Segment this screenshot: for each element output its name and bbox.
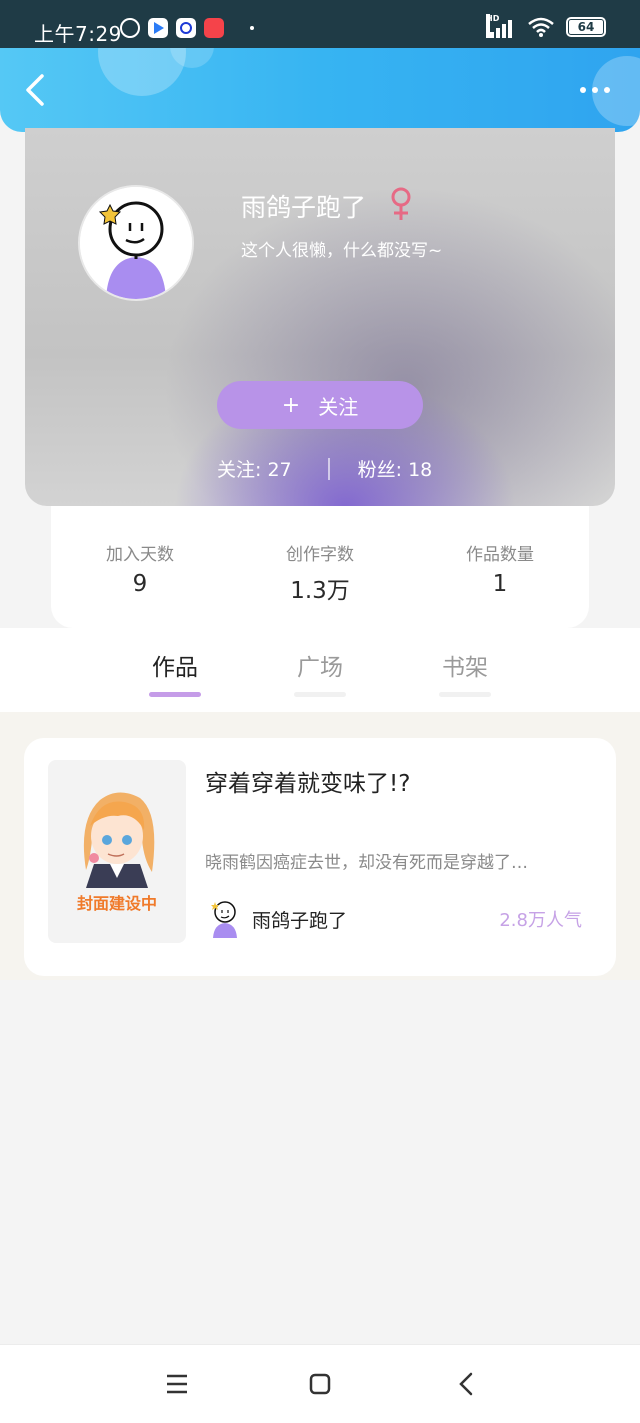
followers-count[interactable]: 粉丝: 18 <box>358 455 433 482</box>
content-tabs: 作品 广场 书架 <box>0 628 640 712</box>
more-dots-icon <box>592 87 598 93</box>
plus-icon: + <box>281 392 301 418</box>
stick-figure-avatar-icon <box>80 187 192 299</box>
avatar[interactable] <box>78 185 194 301</box>
chevron-left-icon <box>26 74 44 106</box>
system-nav-bar <box>0 1344 640 1423</box>
following-count[interactable]: 关注: 27 <box>217 455 292 482</box>
tab-label: 书架 <box>442 655 488 681</box>
work-title[interactable]: 穿着穿着就变味了!? <box>205 764 410 798</box>
status-notification-icons <box>120 18 254 38</box>
follow-button[interactable]: + 关注 <box>217 381 423 429</box>
more-options-button[interactable] <box>580 78 620 102</box>
stat-value: 1.3万 <box>290 578 350 604</box>
back-nav-icon[interactable] <box>452 1371 482 1397</box>
tab-indicator <box>294 692 346 697</box>
more-notifications-dot-icon <box>250 26 254 30</box>
more-dots-icon <box>604 87 610 93</box>
battery-icon: 64 <box>566 17 606 37</box>
stat-divider <box>327 457 330 480</box>
stat-join-days: 加入天数 9 <box>60 540 220 597</box>
work-card[interactable]: 封面建设中 穿着穿着就变味了!? 晓雨鹤因癌症去世，却没有死而是穿越了… 雨鸽子… <box>24 738 616 976</box>
back-button[interactable] <box>18 70 54 110</box>
author-avatar-icon <box>211 901 237 938</box>
stat-word-count: 创作字数 1.3万 <box>240 540 400 605</box>
battery-level: 64 <box>569 20 603 34</box>
stats-card: 加入天数 9 创作字数 1.3万 作品数量 1 <box>51 506 589 628</box>
top-header <box>0 48 640 132</box>
stat-label: 创作字数 <box>286 545 354 565</box>
alarm-icon <box>120 18 140 38</box>
more-dots-icon <box>580 87 586 93</box>
female-gender-icon <box>391 187 411 220</box>
tab-label: 广场 <box>297 655 343 681</box>
tab-label: 作品 <box>152 655 198 681</box>
home-icon[interactable] <box>305 1371 335 1397</box>
status-time: 上午7:29 <box>34 22 122 46</box>
cover-placeholder-text: 封面建设中 <box>76 894 157 913</box>
tab-works[interactable]: 作品 <box>135 648 215 697</box>
app-notification-icon <box>176 18 196 38</box>
work-description: 晓雨鹤因癌症去世，却没有死而是穿越了… <box>205 853 528 873</box>
play-store-icon <box>148 18 168 38</box>
stat-value: 1 <box>492 571 508 597</box>
stat-label: 加入天数 <box>106 545 174 565</box>
anime-girl-cover-icon <box>83 792 155 888</box>
follow-stats: 关注: 27 粉丝: 18 <box>217 455 432 482</box>
wifi-icon <box>528 17 554 37</box>
follow-button-label: 关注 <box>318 394 359 419</box>
reader-app-icon <box>204 18 224 38</box>
profile-bio: 这个人很懒，什么都没写~ <box>241 241 443 261</box>
status-system-icons: HD 64 <box>486 14 606 38</box>
book-cover[interactable]: 封面建设中 <box>48 760 186 943</box>
tab-active-indicator <box>149 692 201 697</box>
tab-bookshelf[interactable]: 书架 <box>425 648 505 697</box>
profile-card: 雨鸽子跑了 这个人很懒，什么都没写~ + 关注 关注: 27 粉丝: 18 <box>25 128 615 506</box>
stat-works-count: 作品数量 1 <box>420 540 580 597</box>
menu-icon[interactable] <box>162 1371 192 1397</box>
author-name: 雨鸽子跑了 <box>252 910 348 932</box>
profile-username: 雨鸽子跑了 <box>241 193 367 222</box>
popularity-count: 2.8万人气 <box>499 910 582 931</box>
tab-indicator <box>439 692 491 697</box>
tab-plaza[interactable]: 广场 <box>280 648 360 697</box>
stat-value: 9 <box>132 571 148 597</box>
signal-icon: HD <box>486 14 516 38</box>
stat-label: 作品数量 <box>466 545 534 565</box>
